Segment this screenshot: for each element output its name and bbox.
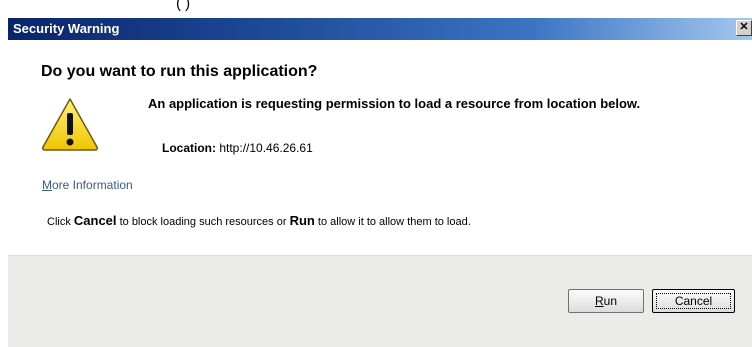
run-label-rest: un <box>603 294 618 308</box>
title-bar[interactable]: Security Warning ✕ <box>8 18 752 40</box>
more-information-link[interactable]: More Information <box>42 178 133 192</box>
background-window-text: ( ) <box>176 0 191 12</box>
cancel-button[interactable]: Cancel <box>652 289 735 313</box>
instruction-text: Click Cancel to block loading such resou… <box>47 213 471 228</box>
instruction-part2: to block loading such resources or <box>116 216 290 228</box>
instruction-part1: Click <box>47 216 74 228</box>
location-value: http://10.46.26.61 <box>219 141 313 155</box>
close-button[interactable]: ✕ <box>736 20 752 36</box>
dialog-headline: Do you want to run this application? <box>41 63 318 80</box>
close-icon: ✕ <box>739 21 749 33</box>
dialog-message: An application is requesting permission … <box>148 96 641 111</box>
location-label: Location: <box>162 141 216 155</box>
instruction-run-word: Run <box>289 213 315 228</box>
security-warning-dialog: ( ) Security Warning ✕ Do you want to ru… <box>0 0 752 347</box>
warning-icon <box>42 98 98 151</box>
more-information-rest: ore Information <box>52 178 133 192</box>
instruction-cancel-word: Cancel <box>73 213 117 228</box>
run-button[interactable]: Run <box>568 289 644 313</box>
more-information-mnemonic: M <box>42 178 52 192</box>
dialog-title: Security Warning <box>13 21 120 36</box>
instruction-part3: to allow it to allow them to load. <box>314 216 471 228</box>
background-window-strip: ( ) <box>0 0 752 18</box>
run-mnemonic: R <box>594 294 604 308</box>
location-line: Location: http://10.46.26.61 <box>162 141 313 155</box>
cancel-focus-ring <box>656 293 731 309</box>
